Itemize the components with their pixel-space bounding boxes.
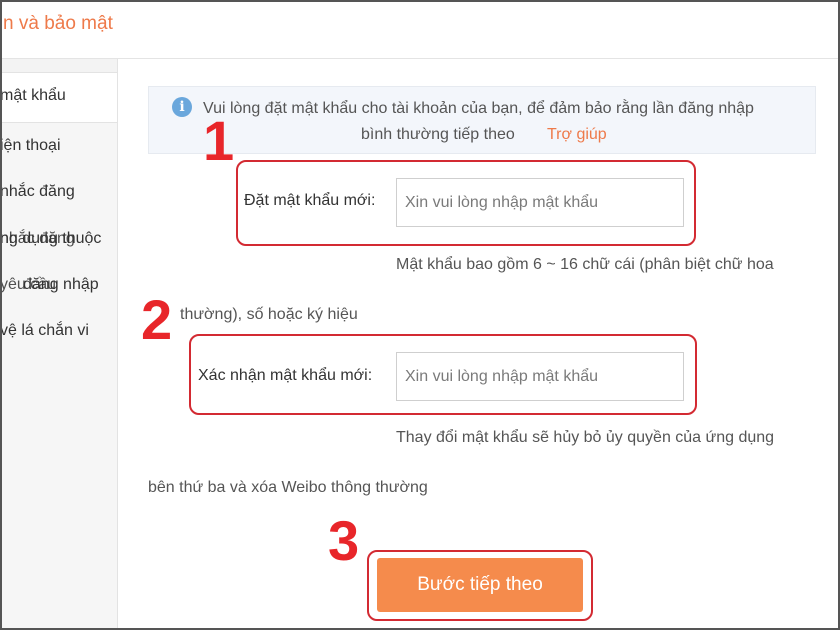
annotation-step-1: 1 bbox=[203, 109, 235, 172]
warning-text-line2: bên thứ ba và xóa Weibo thông thường bbox=[148, 479, 428, 496]
sidebar: mật khẩu iện thoại nhắc đăng ng dụng thu… bbox=[0, 59, 118, 630]
help-link[interactable]: Trợ giúp bbox=[547, 126, 607, 144]
sidebar-menu: iện thoại nhắc đăng ng dụng thuộc nhắc đ… bbox=[0, 123, 117, 630]
sidebar-item-label: mật khẩu bbox=[0, 87, 66, 104]
password-hint-line2: thường), số hoặc ký hiệu bbox=[180, 306, 358, 323]
new-password-input[interactable] bbox=[396, 178, 684, 227]
page-title: n và bảo mật bbox=[3, 13, 113, 34]
sidebar-item-phone[interactable]: iện thoại bbox=[0, 137, 61, 155]
page-header: n và bảo mật bbox=[0, 0, 840, 59]
annotation-step-3: 3 bbox=[328, 509, 360, 572]
next-step-button[interactable]: Bước tiếp theo bbox=[377, 558, 583, 612]
info-text-line2: bình thường tiếp theo bbox=[361, 126, 515, 143]
sidebar-item-password[interactable]: mật khẩu bbox=[0, 73, 117, 123]
sidebar-overlap-text-b: yêu cầu bbox=[0, 276, 57, 293]
sidebar-overlap-text-b: nhắc đăng bbox=[0, 230, 75, 247]
confirm-password-input[interactable] bbox=[396, 352, 684, 401]
warning-text-line1: Thay đổi mật khẩu sẽ hủy bỏ ủy quyền của… bbox=[396, 429, 775, 446]
sidebar-item-login-reminder[interactable]: nhắc đăng bbox=[0, 183, 75, 201]
confirm-password-label: Xác nhận mật khẩu mới: bbox=[198, 367, 373, 384]
annotation-step-2: 2 bbox=[141, 288, 173, 351]
info-text-line1: Vui lòng đặt mật khẩu cho tài khoản của … bbox=[203, 100, 754, 117]
info-notice: i Vui lòng đặt mật khẩu cho tài khoản củ… bbox=[148, 86, 816, 154]
new-password-label: Đặt mật khẩu mới: bbox=[244, 192, 376, 209]
password-hint-line1: Mật khẩu bao gồm 6 ~ 16 chữ cái (phân bi… bbox=[396, 256, 774, 273]
sidebar-item-shield[interactable]: vệ lá chắn vi bbox=[0, 322, 89, 340]
sidebar-top-band bbox=[0, 59, 117, 73]
info-icon: i bbox=[172, 97, 192, 117]
